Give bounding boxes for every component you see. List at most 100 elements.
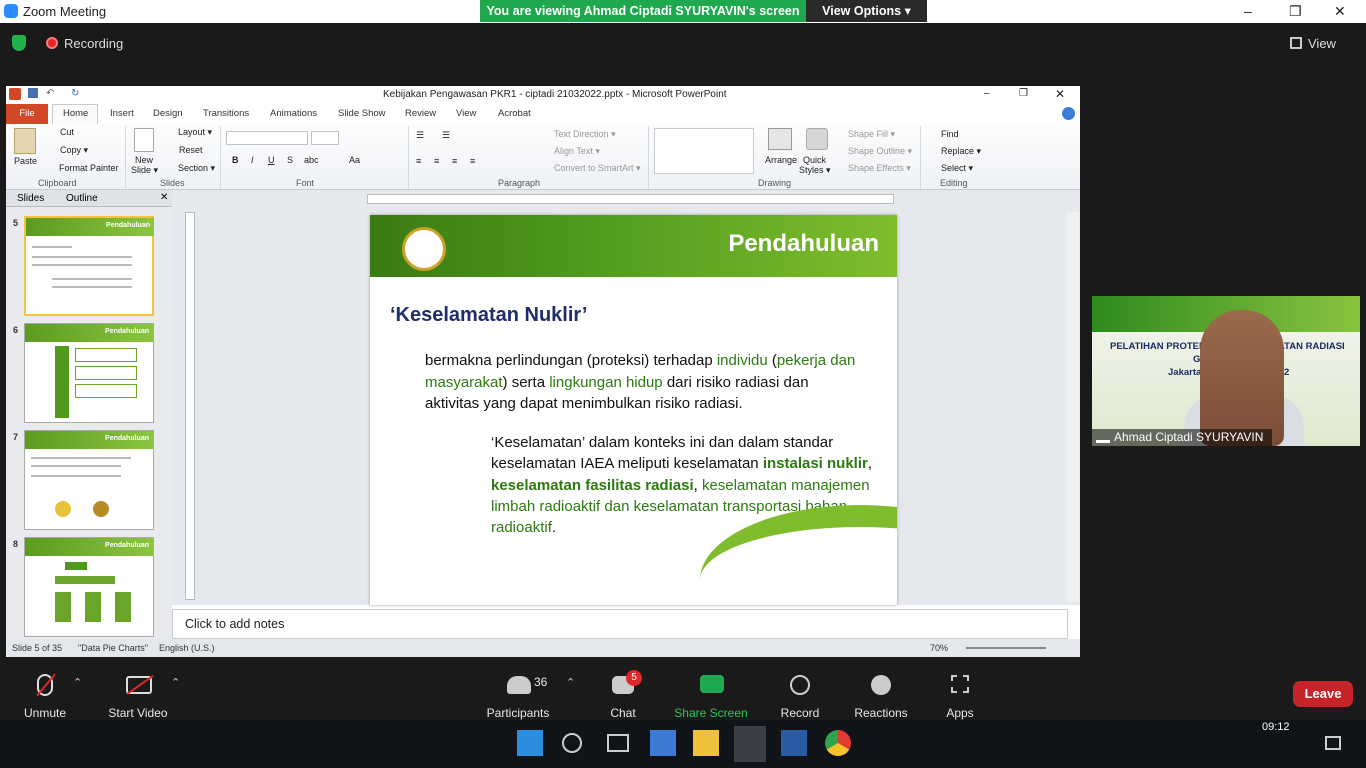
- cut-button[interactable]: Cut: [60, 127, 74, 137]
- tab-review[interactable]: Review: [405, 108, 436, 119]
- close-pane-icon[interactable]: ✕: [160, 192, 168, 203]
- align-center-icon[interactable]: ≡: [434, 156, 439, 166]
- font-name-box[interactable]: [226, 131, 308, 145]
- tab-insert[interactable]: Insert: [110, 108, 134, 119]
- new-slide-button[interactable]: New: [135, 155, 153, 165]
- tab-slides[interactable]: Slides: [17, 193, 44, 204]
- share-screen-icon[interactable]: [700, 675, 724, 693]
- tab-file[interactable]: File: [6, 104, 48, 124]
- new-slide-button-2[interactable]: Slide ▾: [131, 165, 158, 176]
- tab-acrobat[interactable]: Acrobat: [498, 108, 531, 119]
- shape-fill-button[interactable]: Shape Fill ▾: [848, 129, 895, 140]
- ppt-close-icon[interactable]: ✕: [1055, 87, 1065, 101]
- notes-pane[interactable]: Click to add notes: [172, 609, 1068, 639]
- search-icon[interactable]: [562, 733, 582, 753]
- quick-styles-icon[interactable]: [806, 128, 828, 150]
- participant-video-tile[interactable]: PELATIHAN PROTEKS ATAN RADIASI G Jakarta…: [1092, 296, 1360, 446]
- copy-button[interactable]: Copy ▾: [60, 145, 88, 156]
- apps-icon[interactable]: [951, 675, 969, 693]
- chrome-icon[interactable]: [825, 730, 851, 756]
- select-button[interactable]: Select ▾: [941, 163, 973, 174]
- security-shield-icon[interactable]: [12, 35, 26, 51]
- participants-button[interactable]: Participants: [473, 706, 563, 720]
- align-left-icon[interactable]: ≡: [416, 156, 421, 166]
- shadow-icon[interactable]: S: [287, 155, 293, 165]
- slide-thumbnail[interactable]: Pendahuluan: [24, 216, 154, 316]
- ppt-minimize-icon[interactable]: –: [984, 88, 990, 99]
- tab-outline[interactable]: Outline: [66, 193, 98, 204]
- format-painter-button[interactable]: Format Painter: [59, 163, 119, 173]
- video-options-chevron-icon[interactable]: ⌃: [171, 676, 180, 689]
- record-button[interactable]: Record: [755, 706, 845, 720]
- tab-home[interactable]: Home: [63, 108, 88, 119]
- shape-effects-button[interactable]: Shape Effects ▾: [848, 163, 911, 174]
- start-video-button[interactable]: Start Video: [93, 706, 183, 720]
- participants-chevron-icon[interactable]: ⌃: [566, 676, 575, 689]
- task-view-icon[interactable]: [607, 734, 629, 752]
- widgets-icon[interactable]: [650, 730, 676, 756]
- close-icon[interactable]: ✕: [1334, 3, 1346, 20]
- font-size-box[interactable]: [311, 131, 339, 145]
- paste-icon[interactable]: [14, 128, 36, 154]
- record-icon[interactable]: [790, 675, 810, 695]
- leave-button[interactable]: Leave: [1293, 681, 1353, 707]
- audio-options-chevron-icon[interactable]: ⌃: [73, 676, 82, 689]
- quick-styles-button[interactable]: Quick: [803, 155, 826, 165]
- participants-icon[interactable]: [507, 676, 531, 694]
- help-icon[interactable]: [1062, 107, 1075, 120]
- view-options-button[interactable]: View Options ▾: [806, 0, 927, 22]
- tab-view[interactable]: View: [456, 108, 476, 119]
- layout-button[interactable]: Layout ▾: [178, 127, 212, 138]
- replace-button[interactable]: Replace ▾: [941, 146, 981, 157]
- text-direction-button[interactable]: Text Direction ▾: [554, 129, 616, 140]
- quick-styles-button-2[interactable]: Styles ▾: [799, 165, 831, 176]
- tab-animations[interactable]: Animations: [270, 108, 317, 119]
- shapes-gallery[interactable]: [654, 128, 754, 174]
- slide-thumbnail[interactable]: Pendahuluan: [24, 430, 154, 530]
- ppt-restore-icon[interactable]: ❐: [1019, 88, 1028, 99]
- shape-outline-button[interactable]: Shape Outline ▾: [848, 146, 912, 157]
- notifications-icon[interactable]: [1325, 736, 1341, 750]
- share-screen-button[interactable]: Share Screen: [666, 706, 756, 720]
- reset-button[interactable]: Reset: [179, 145, 203, 155]
- unmute-button[interactable]: Unmute: [0, 706, 90, 720]
- save-icon[interactable]: [28, 88, 38, 98]
- new-slide-icon[interactable]: [134, 128, 154, 152]
- font-color-icon[interactable]: Aa: [349, 155, 360, 165]
- strikethrough-icon[interactable]: abc: [304, 155, 319, 165]
- italic-icon[interactable]: I: [251, 155, 254, 165]
- arrange-icon[interactable]: [768, 128, 792, 150]
- paste-button[interactable]: Paste: [14, 156, 37, 166]
- bullets-icon[interactable]: ☰: [416, 130, 424, 141]
- slide-canvas[interactable]: Pendahuluan ‘Keselamatan Nuklir’ bermakn…: [370, 215, 897, 605]
- redo-icon[interactable]: ↻: [71, 88, 79, 99]
- reactions-button[interactable]: Reactions: [836, 706, 926, 720]
- find-button[interactable]: Find: [941, 129, 959, 139]
- section-button[interactable]: Section ▾: [178, 163, 215, 174]
- chat-button[interactable]: Chat: [578, 706, 668, 720]
- minimize-icon[interactable]: –: [1244, 3, 1252, 19]
- apps-button[interactable]: Apps: [915, 706, 1005, 720]
- tab-design[interactable]: Design: [153, 108, 183, 119]
- file-explorer-icon[interactable]: [693, 730, 719, 756]
- align-right-icon[interactable]: ≡: [452, 156, 457, 166]
- slide-thumbnail[interactable]: Pendahuluan: [24, 537, 154, 637]
- windows-start-icon[interactable]: [517, 730, 543, 756]
- convert-smartart-button[interactable]: Convert to SmartArt ▾: [554, 163, 641, 174]
- view-button[interactable]: View: [1308, 36, 1336, 51]
- active-app-icon[interactable]: [734, 726, 766, 762]
- bold-icon[interactable]: B: [232, 155, 239, 165]
- zoom-level[interactable]: 70%: [930, 643, 948, 653]
- vertical-scrollbar[interactable]: [1067, 212, 1079, 602]
- recording-label[interactable]: Recording: [64, 36, 123, 51]
- align-text-button[interactable]: Align Text ▾: [554, 146, 600, 157]
- slide-thumbnail[interactable]: Pendahuluan: [24, 323, 154, 423]
- numbering-icon[interactable]: ☰: [442, 130, 450, 141]
- reactions-icon[interactable]: [871, 675, 891, 695]
- arrange-button[interactable]: Arrange: [765, 155, 797, 165]
- word-icon[interactable]: [781, 730, 807, 756]
- tab-transitions[interactable]: Transitions: [203, 108, 249, 119]
- undo-icon[interactable]: ↶: [46, 88, 54, 99]
- underline-icon[interactable]: U: [268, 155, 275, 165]
- maximize-icon[interactable]: ❐: [1289, 3, 1302, 20]
